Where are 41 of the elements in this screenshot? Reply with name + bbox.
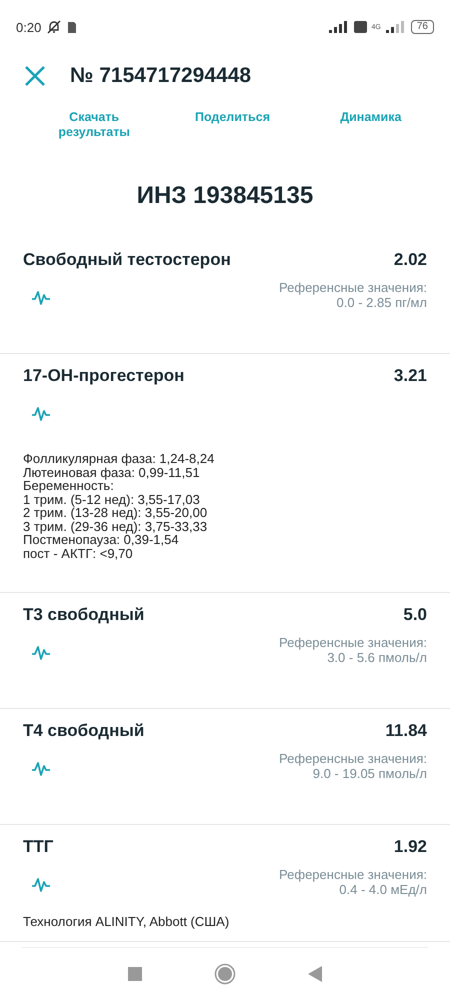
signal-icon — [386, 21, 406, 33]
note-line: 2 трим. (13-28 нед): 3,55-20,00 — [23, 506, 208, 520]
test-value: 3.21 — [394, 366, 427, 386]
note-line: Постменопауза: 0,39-1,54 — [23, 533, 179, 546]
test-name: T4 свободный — [23, 721, 144, 741]
note-line: Технология ALINITY, Abbott (США) — [23, 915, 230, 928]
note-line: Беременность: — [23, 479, 114, 492]
test-name: Свободный тестостерон — [23, 250, 231, 270]
test-value: 5.0 — [403, 605, 427, 625]
reference-range: 3.0 - 5.6 пмоль/л — [327, 650, 427, 665]
patient-id: ИНЗ 193845135 — [136, 182, 314, 210]
muted-bell-icon — [46, 20, 62, 34]
status-time: 0:20 — [16, 20, 42, 34]
action-link[interactable]: Поделиться — [194, 110, 270, 125]
test-value: 2.02 — [394, 250, 427, 270]
action-link[interactable]: Скачать результаты — [58, 110, 130, 140]
signal-icon — [328, 21, 349, 33]
order-number: № 7154717294448 — [70, 64, 252, 88]
reference-range: 0.0 - 2.85 пг/мл — [336, 295, 427, 310]
reference-range: 9.0 - 19.05 пмоль/л — [312, 766, 427, 781]
action-link[interactable]: Динамика — [340, 110, 402, 125]
note-line: пост - АКТГ: <9,70 — [23, 546, 133, 560]
test-value: 11.84 — [385, 721, 427, 741]
reference-label: Референсные значения: — [279, 751, 427, 766]
test-value: 1.92 — [394, 837, 427, 857]
test-name: ТТГ — [23, 837, 54, 857]
reference-label: Референсные значения: — [279, 280, 427, 295]
back-button[interactable] — [308, 966, 322, 982]
reference-label: Референсные значения: — [279, 635, 427, 650]
sim-card-icon — [67, 20, 78, 34]
test-name: 17-ОН-прогестерон — [23, 366, 184, 386]
note-line: Лютеиновая фаза: 0,99-11,51 — [23, 466, 200, 479]
battery-level: 76 — [410, 20, 434, 34]
note-line: 3 трим. (29-36 нед): 3,75-33,33 — [23, 520, 208, 533]
close-button[interactable] — [24, 65, 46, 87]
test-name: T3 свободный — [23, 605, 144, 625]
note-line: Фолликулярная фаза: 1,24-8,24 — [23, 452, 216, 466]
reference-range: 0.4 - 4.0 мЕд/л — [339, 882, 427, 897]
note-line: 1 трим. (5-12 нед): 3,55-17,03 — [23, 492, 201, 506]
home-button[interactable] — [214, 963, 236, 985]
reference-label: Референсные значения: — [279, 867, 427, 882]
